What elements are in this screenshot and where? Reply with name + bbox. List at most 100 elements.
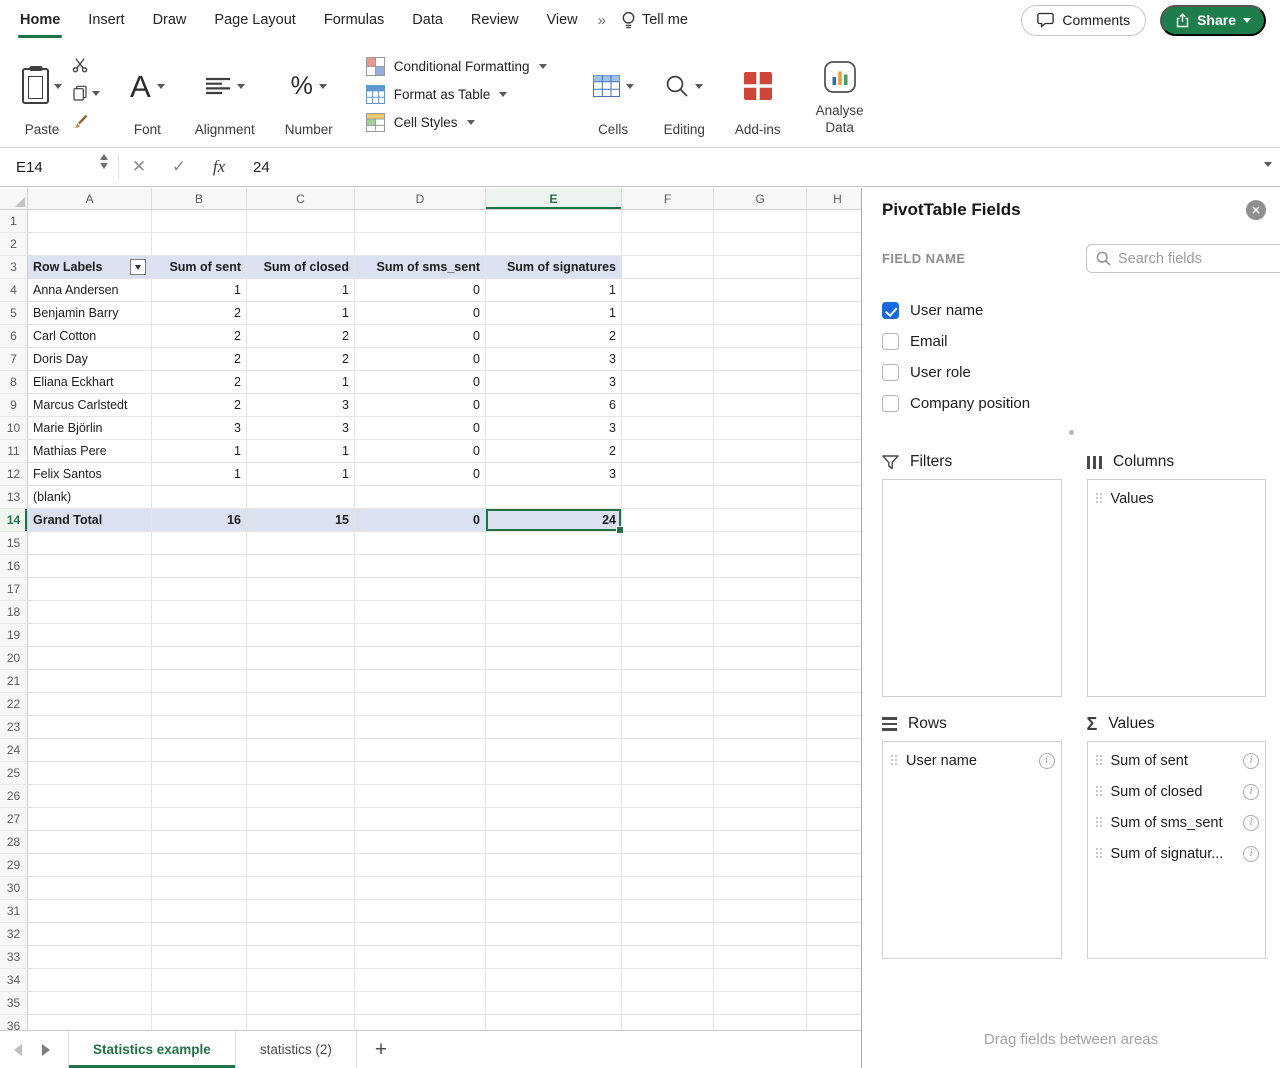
cell-F25[interactable] (622, 762, 714, 785)
area-item-user-name[interactable]: User namei (883, 745, 1061, 776)
cell-F3[interactable] (622, 256, 714, 279)
cell-H19[interactable] (807, 624, 861, 647)
cell-D3[interactable]: Sum of sms_sent (355, 256, 486, 279)
row-header-2[interactable]: 2 (0, 233, 28, 256)
cell-F33[interactable] (622, 946, 714, 969)
cell-F31[interactable] (622, 900, 714, 923)
cell-B6[interactable]: 2 (152, 325, 247, 348)
cell-F35[interactable] (622, 992, 714, 1015)
cell-C12[interactable]: 1 (247, 463, 355, 486)
cell-B9[interactable]: 2 (152, 394, 247, 417)
cell-G3[interactable] (714, 256, 807, 279)
cell-F36[interactable] (622, 1015, 714, 1030)
cell-H7[interactable] (807, 348, 861, 371)
cell-A31[interactable] (28, 900, 152, 923)
select-all-corner[interactable] (0, 188, 28, 209)
copy-button[interactable] (72, 84, 100, 102)
cell-A24[interactable] (28, 739, 152, 762)
cell-D2[interactable] (355, 233, 486, 256)
cell-A14[interactable]: Grand Total (28, 509, 152, 532)
cell-C6[interactable]: 2 (247, 325, 355, 348)
font-group[interactable]: A Font (115, 46, 180, 143)
info-icon[interactable]: i (1243, 846, 1259, 862)
cell-D6[interactable]: 0 (355, 325, 486, 348)
cell-D36[interactable] (355, 1015, 486, 1030)
cut-button[interactable] (72, 56, 100, 74)
cell-G2[interactable] (714, 233, 807, 256)
cell-H10[interactable] (807, 417, 861, 440)
cell-F8[interactable] (622, 371, 714, 394)
editing-group[interactable]: Editing (649, 46, 720, 143)
cell-E22[interactable] (486, 693, 622, 716)
cell-D25[interactable] (355, 762, 486, 785)
cell-D31[interactable] (355, 900, 486, 923)
cell-C27[interactable] (247, 808, 355, 831)
cell-H31[interactable] (807, 900, 861, 923)
row-header-6[interactable]: 6 (0, 325, 28, 348)
cell-F24[interactable] (622, 739, 714, 762)
cell-H13[interactable] (807, 486, 861, 509)
info-icon[interactable]: i (1243, 753, 1259, 769)
cell-E19[interactable] (486, 624, 622, 647)
field-item-company-position[interactable]: Company position (882, 388, 1280, 419)
row-header-14[interactable]: 14 (0, 509, 28, 532)
row-header-3[interactable]: 3 (0, 256, 28, 279)
paste-dropdown-caret[interactable] (54, 84, 62, 89)
cell-F16[interactable] (622, 555, 714, 578)
cells-dropdown-caret[interactable] (626, 84, 634, 89)
cell-D8[interactable]: 0 (355, 371, 486, 394)
paste-button[interactable] (22, 50, 62, 122)
row-header-19[interactable]: 19 (0, 624, 28, 647)
cell-H1[interactable] (807, 210, 861, 233)
cell-B36[interactable] (152, 1015, 247, 1030)
cell-F28[interactable] (622, 831, 714, 854)
row-header-28[interactable]: 28 (0, 831, 28, 854)
row-header-32[interactable]: 32 (0, 923, 28, 946)
row-header-33[interactable]: 33 (0, 946, 28, 969)
row-header-4[interactable]: 4 (0, 279, 28, 302)
row-header-35[interactable]: 35 (0, 992, 28, 1015)
cell-B18[interactable] (152, 601, 247, 624)
ribbon-tab-view[interactable]: View (532, 0, 591, 40)
cell-C26[interactable] (247, 785, 355, 808)
cell-H26[interactable] (807, 785, 861, 808)
cell-G19[interactable] (714, 624, 807, 647)
cell-A5[interactable]: Benjamin Barry (28, 302, 152, 325)
analyse-data-group[interactable]: Analyse Data (796, 46, 884, 143)
cell-G11[interactable] (714, 440, 807, 463)
insert-function-icon[interactable]: fx (199, 157, 239, 177)
cell-B34[interactable] (152, 969, 247, 992)
cell-H20[interactable] (807, 647, 861, 670)
cell-E36[interactable] (486, 1015, 622, 1030)
cell-B8[interactable]: 2 (152, 371, 247, 394)
cell-D32[interactable] (355, 923, 486, 946)
row-header-20[interactable]: 20 (0, 647, 28, 670)
cell-H22[interactable] (807, 693, 861, 716)
cell-A8[interactable]: Eliana Eckhart (28, 371, 152, 394)
cell-B15[interactable] (152, 532, 247, 555)
cell-E23[interactable] (486, 716, 622, 739)
formula-bar-expand-caret[interactable] (1264, 162, 1272, 167)
cell-B22[interactable] (152, 693, 247, 716)
cell-G5[interactable] (714, 302, 807, 325)
info-icon[interactable]: i (1039, 753, 1055, 769)
cell-H33[interactable] (807, 946, 861, 969)
cell-F12[interactable] (622, 463, 714, 486)
cell-E4[interactable]: 1 (486, 279, 622, 302)
cell-C22[interactable] (247, 693, 355, 716)
area-item-sum-of-sent[interactable]: Sum of senti (1088, 745, 1266, 776)
cell-H28[interactable] (807, 831, 861, 854)
cell-H14[interactable] (807, 509, 861, 532)
column-header-A[interactable]: A (28, 188, 152, 209)
cell-H27[interactable] (807, 808, 861, 831)
row-header-11[interactable]: 11 (0, 440, 28, 463)
column-header-H[interactable]: H (807, 188, 861, 209)
column-header-G[interactable]: G (714, 188, 807, 209)
cell-E15[interactable] (486, 532, 622, 555)
cell-E12[interactable]: 3 (486, 463, 622, 486)
cell-F10[interactable] (622, 417, 714, 440)
cell-A10[interactable]: Marie Björlin (28, 417, 152, 440)
cell-A6[interactable]: Carl Cotton (28, 325, 152, 348)
cell-A29[interactable] (28, 854, 152, 877)
cell-G10[interactable] (714, 417, 807, 440)
